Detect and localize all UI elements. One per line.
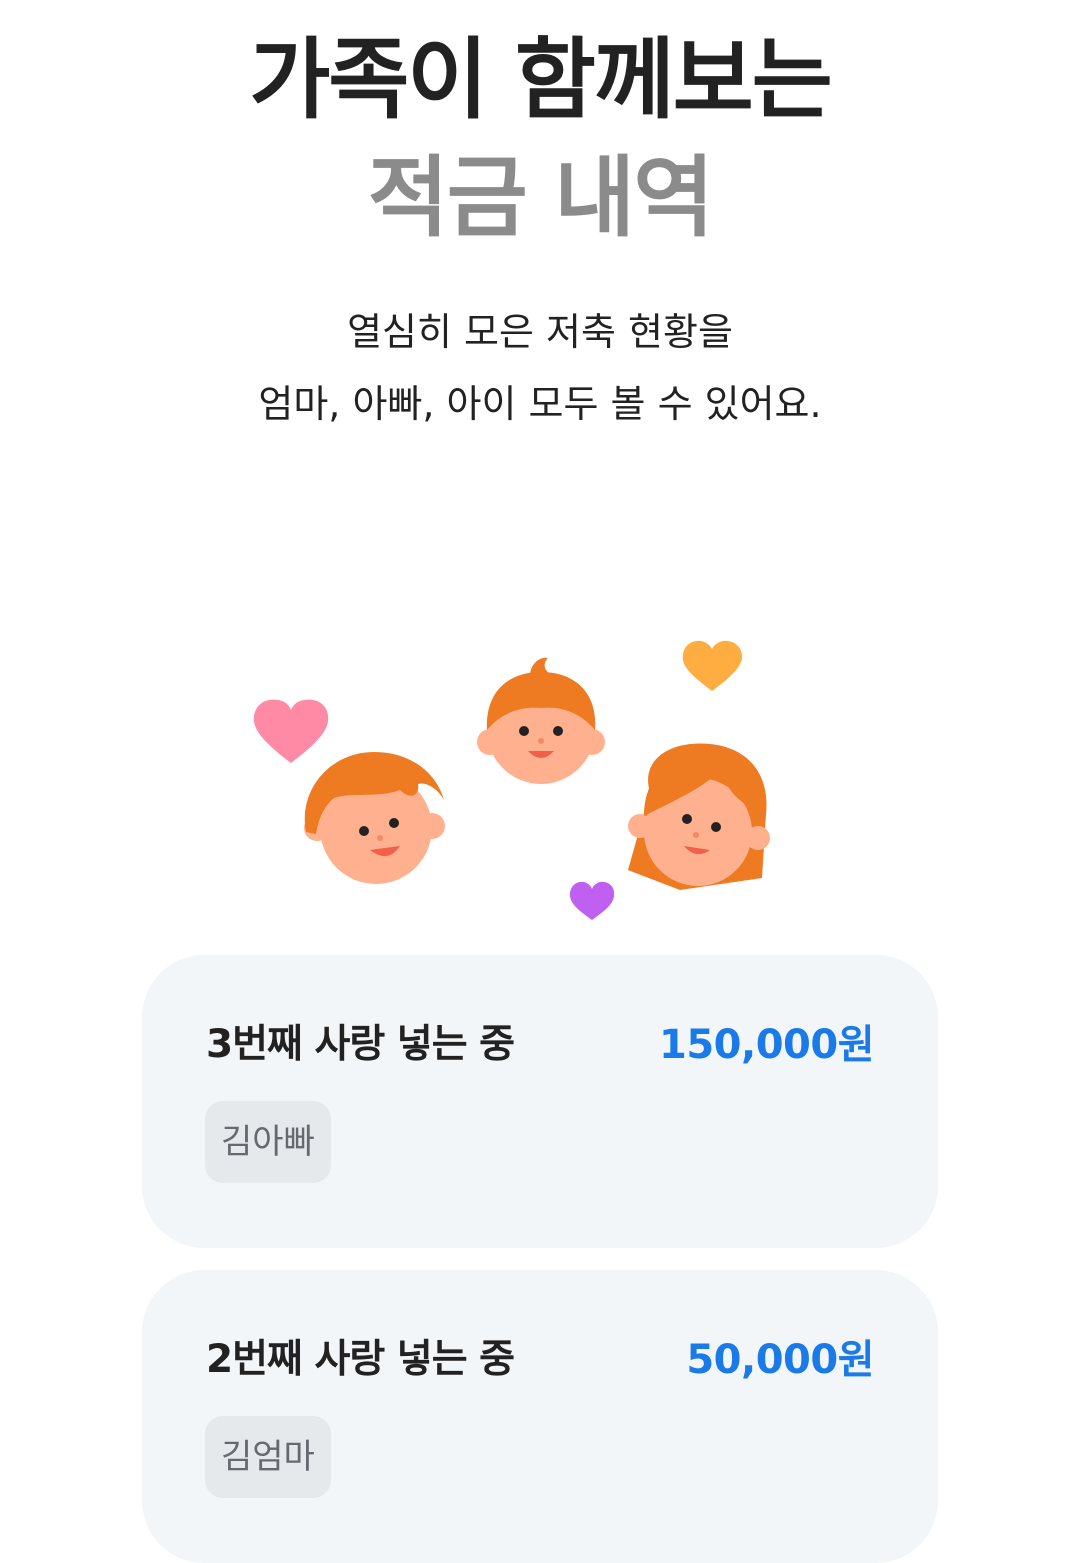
member-tag: 김엄마	[205, 1416, 331, 1498]
orange-heart-icon	[682, 640, 743, 691]
page-title-line2: 적금 내역	[367, 146, 714, 249]
page-title-line1: 가족이 함께보는	[249, 28, 832, 131]
deposit-title: 2번째 사랑 넣는 중	[206, 1337, 515, 1382]
deposit-amount: 50,000원	[686, 1337, 874, 1383]
deposit-amount: 150,000원	[659, 1022, 875, 1068]
purple-heart-icon	[569, 881, 615, 920]
subtitle-line2: 엄마, 아빠, 아이 모두 볼 수 있어요.	[258, 382, 822, 426]
deposit-card[interactable]: 2번째 사랑 넣는 중 50,000원 김엄마	[142, 1270, 938, 1563]
member-tag: 김아빠	[205, 1101, 331, 1183]
deposit-card[interactable]: 3번째 사랑 넣는 중 150,000원 김아빠	[142, 955, 938, 1248]
baby-face-icon	[477, 657, 605, 784]
subtitle-line1: 열심히 모은 저축 현황을	[347, 310, 733, 354]
pink-heart-icon	[253, 699, 329, 763]
deposit-title: 3번째 사랑 넣는 중	[206, 1022, 515, 1067]
family-illustration	[253, 640, 770, 920]
dad-face-icon	[304, 752, 445, 884]
mom-face-icon	[628, 743, 770, 890]
